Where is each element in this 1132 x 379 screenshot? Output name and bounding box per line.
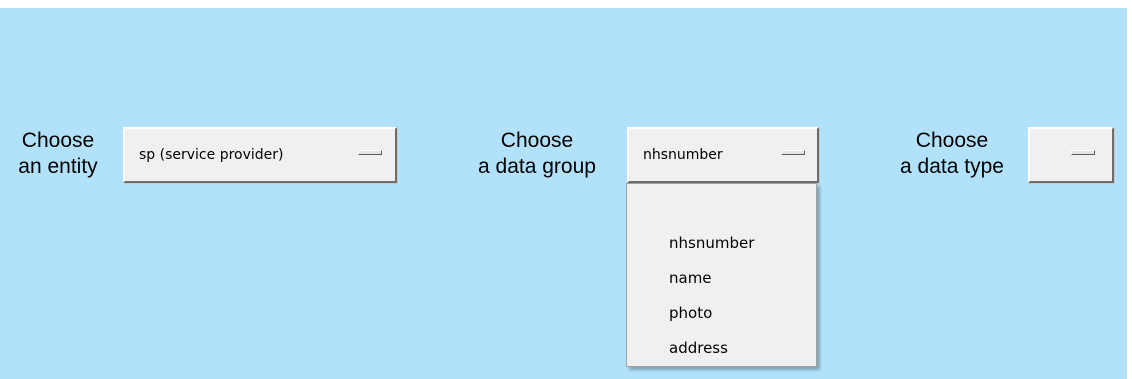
- data-group-menubutton[interactable]: nhsnumber: [627, 127, 819, 183]
- data-group-option-address[interactable]: address: [669, 338, 728, 358]
- data-group-label-line2: a data group: [478, 155, 596, 178]
- data-type-label-line1: Choose: [915, 129, 989, 152]
- data-group-dropdown-menu: nhsnumber name photo address: [626, 183, 817, 367]
- data-group-label: Choose a data group: [462, 128, 612, 180]
- option-menu-indicator-icon: [781, 150, 805, 155]
- entity-label-line1: Choose: [21, 129, 95, 152]
- data-group-option-nhsnumber[interactable]: nhsnumber: [669, 233, 754, 253]
- entity-selected-value: sp (service provider): [139, 147, 284, 163]
- window: Choose an entity sp (service provider) C…: [0, 0, 1132, 379]
- option-menu-indicator-icon: [1071, 150, 1095, 155]
- data-type-label: Choose a data type: [882, 128, 1022, 180]
- data-group-selected-value: nhsnumber: [643, 147, 723, 163]
- data-group-option-name[interactable]: name: [669, 268, 712, 288]
- entity-label: Choose an entity: [8, 128, 108, 180]
- data-type-menubutton[interactable]: [1028, 127, 1114, 183]
- form-panel: Choose an entity sp (service provider) C…: [0, 8, 1127, 379]
- data-group-label-line1: Choose: [500, 129, 574, 152]
- entity-label-line2: an entity: [18, 155, 98, 178]
- option-menu-indicator-icon: [358, 150, 382, 155]
- data-type-label-line2: a data type: [900, 155, 1004, 178]
- entity-menubutton[interactable]: sp (service provider): [123, 127, 397, 183]
- data-group-option-photo[interactable]: photo: [669, 303, 712, 323]
